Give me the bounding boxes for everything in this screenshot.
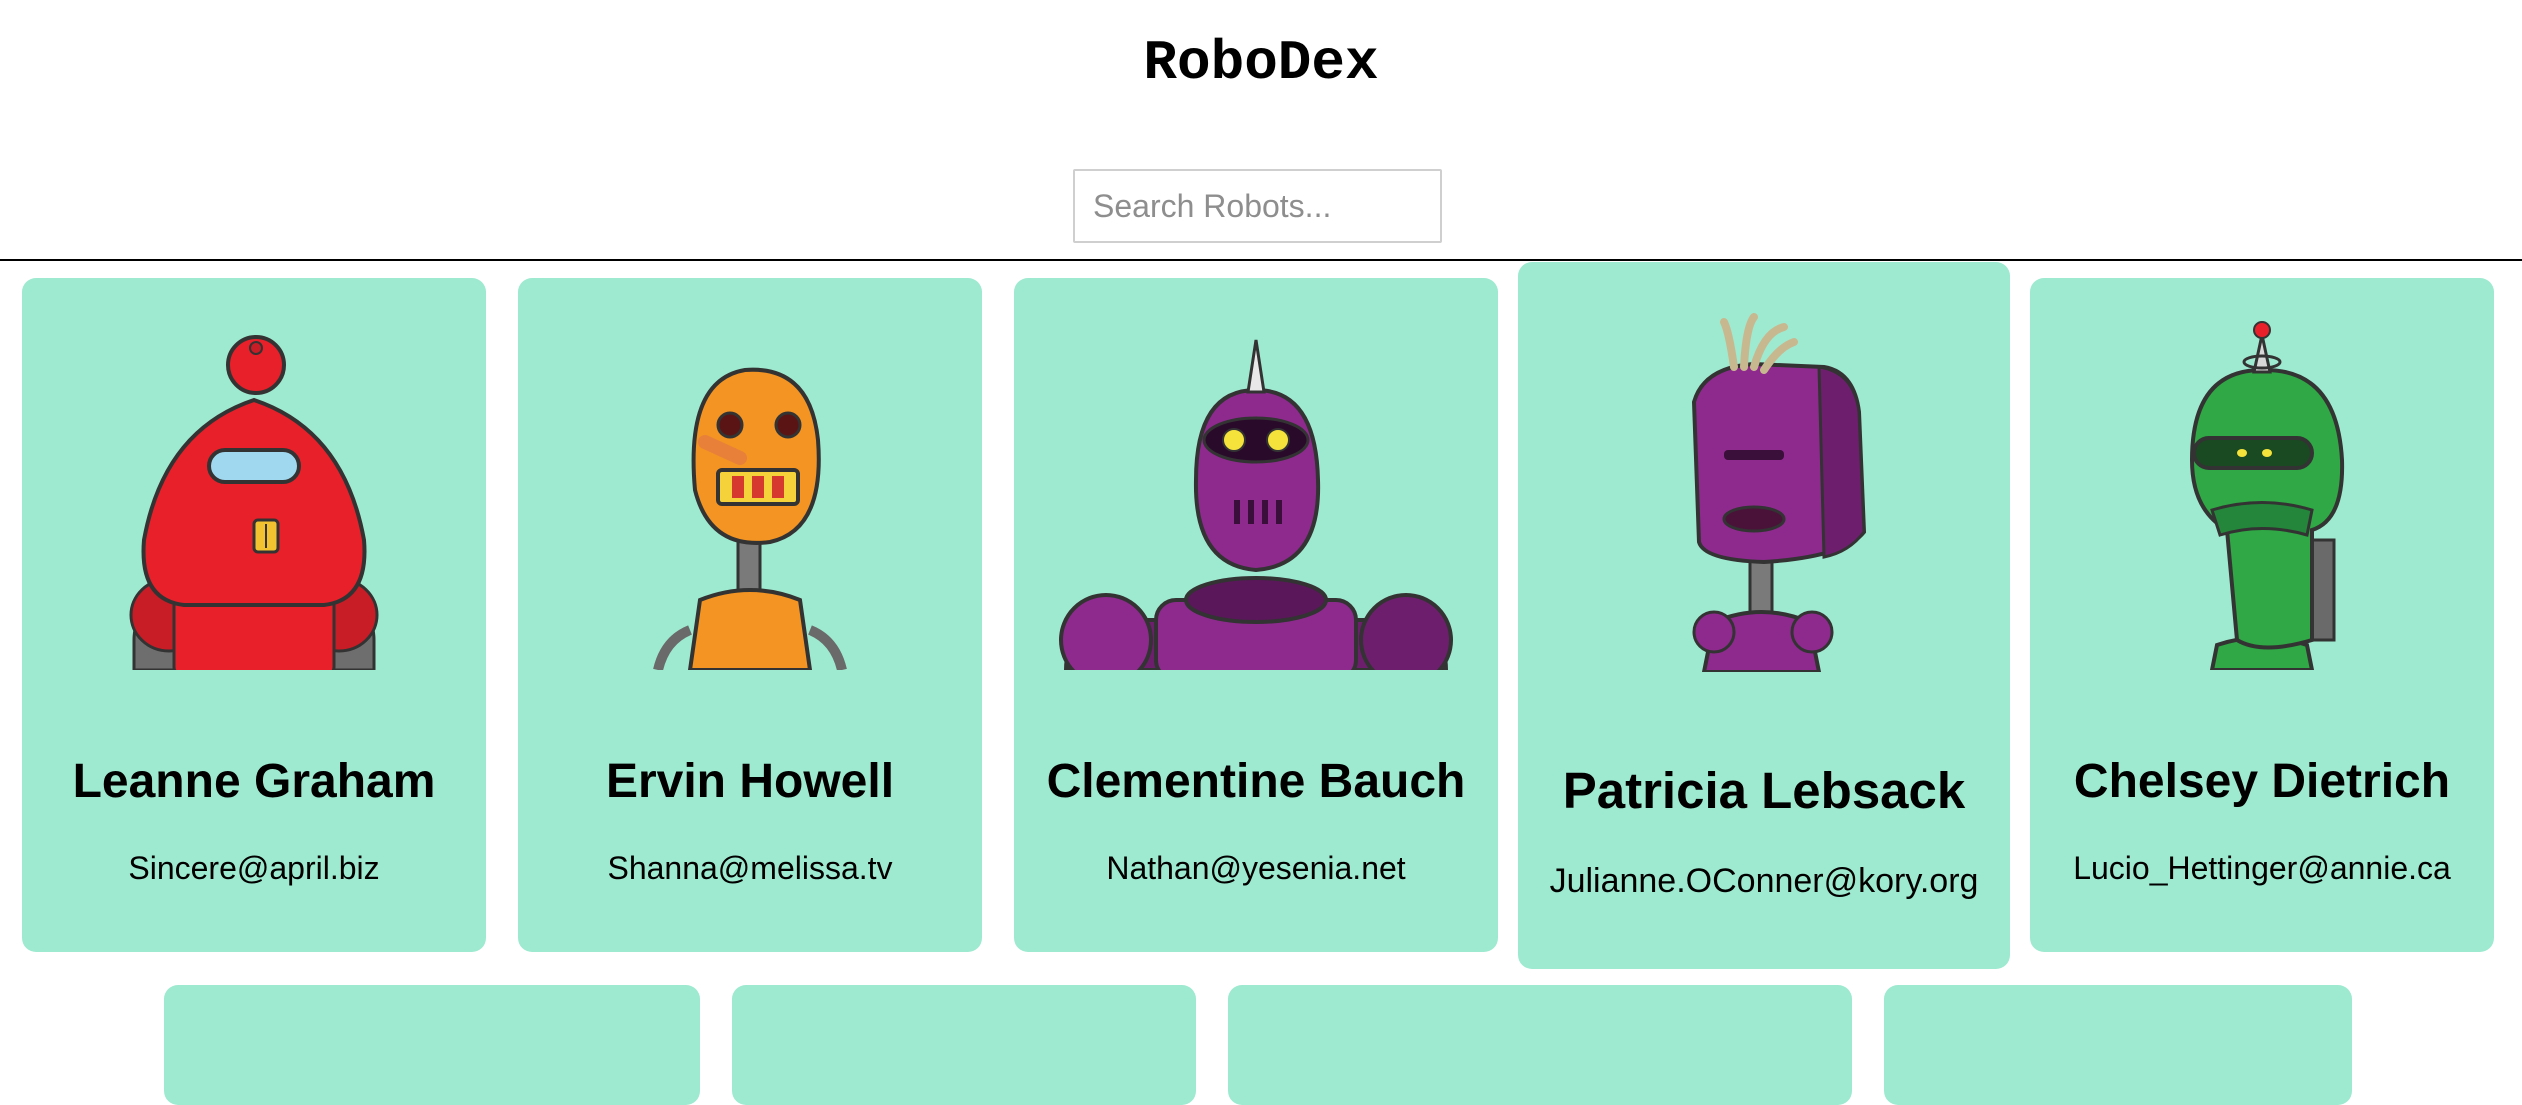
robot-name: Clementine Bauch <box>1046 755 1466 808</box>
robot-image <box>1554 312 1974 672</box>
robot-email: Nathan@yesenia.net <box>1106 850 1406 886</box>
robot-card[interactable]: Chelsey Dietrich Lucio_Hettinger@annie.c… <box>2030 278 2494 952</box>
search-input[interactable] <box>1073 169 1442 243</box>
robot-email: Julianne.OConner@kory.org <box>1549 862 1979 900</box>
robot-card[interactable]: Ervin Howell Shanna@melissa.tv <box>518 278 982 952</box>
robot-name: Chelsey Dietrich <box>2073 755 2451 808</box>
header-divider <box>0 259 2522 261</box>
page-title: RoboDex <box>1143 31 1379 95</box>
robot-image <box>1046 310 1466 670</box>
robot-name: Patricia Lebsack <box>1562 762 1966 819</box>
robot-email: Sincere@april.biz <box>128 850 380 886</box>
robot-card[interactable]: Clementine Bauch Nathan@yesenia.net <box>1014 278 1498 952</box>
robot-card[interactable]: Patricia Lebsack Julianne.OConner@kory.o… <box>1518 262 2010 969</box>
robot-name: Leanne Graham <box>72 755 436 808</box>
robot-card[interactable]: Leanne Graham Sincere@april.biz <box>22 278 486 952</box>
robot-image <box>2052 310 2472 670</box>
robot-image <box>44 310 464 670</box>
robot-name: Ervin Howell <box>605 755 895 808</box>
robot-card[interactable] <box>164 985 700 1105</box>
robot-card[interactable] <box>1884 985 2352 1105</box>
robot-image <box>540 310 960 670</box>
robot-email: Shanna@melissa.tv <box>607 850 893 886</box>
robot-card[interactable] <box>732 985 1196 1105</box>
robot-card[interactable] <box>1228 985 1852 1105</box>
robot-email: Lucio_Hettinger@annie.ca <box>2073 850 2451 886</box>
